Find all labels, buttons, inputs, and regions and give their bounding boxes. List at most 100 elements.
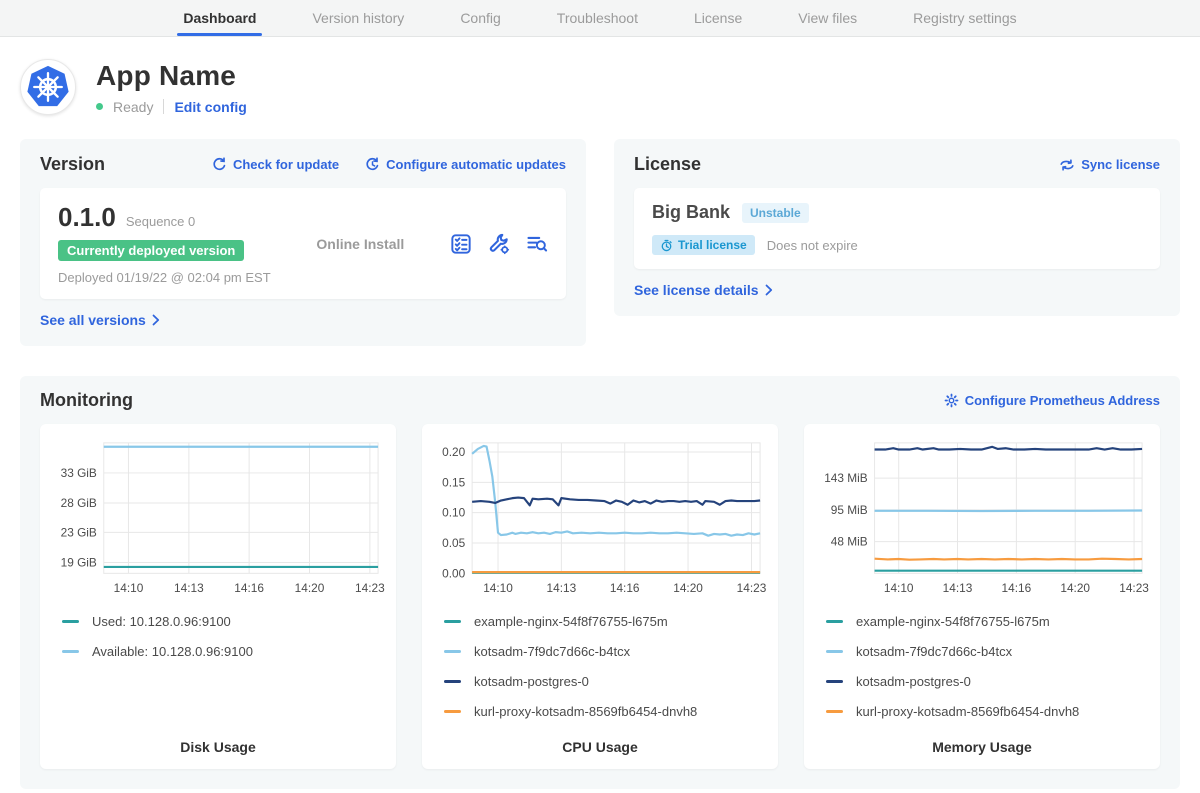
memory-usage-chart: 48 MiB 95 MiB 143 MiB 14:10 14:13 14:16 14:20 1… bbox=[814, 434, 1150, 600]
legend-item: Available: 10.128.0.96:9100 bbox=[62, 644, 386, 659]
svg-text:14:10: 14:10 bbox=[483, 581, 513, 595]
svg-text:48 MiB: 48 MiB bbox=[831, 535, 868, 549]
status-text: Ready bbox=[113, 99, 153, 115]
legend-label: example-nginx-54f8f76755-l675m bbox=[474, 614, 668, 629]
legend-color-dash bbox=[444, 680, 461, 683]
deploy-logs-icon[interactable] bbox=[526, 233, 548, 255]
page-title: App Name bbox=[96, 60, 247, 92]
tab-license[interactable]: License bbox=[692, 0, 744, 36]
memory-usage-chart-card: 48 MiB 95 MiB 143 MiB 14:10 14:13 14:16 14:20 1… bbox=[804, 424, 1160, 769]
svg-text:14:16: 14:16 bbox=[610, 581, 640, 595]
tab-troubleshoot[interactable]: Troubleshoot bbox=[555, 0, 640, 36]
disk-usage-chart-card: 19 GiB23 GiB28 GiB33 GiB14:1014:1314:161… bbox=[40, 424, 396, 769]
top-nav: Dashboard Version history Config Troublesho… bbox=[0, 0, 1200, 37]
tab-registry-settings[interactable]: Registry settings bbox=[911, 0, 1018, 36]
tab-view-files[interactable]: View files bbox=[796, 0, 859, 36]
config-wrench-icon[interactable] bbox=[488, 233, 510, 255]
schedule-update-icon bbox=[365, 157, 380, 172]
version-number: 0.1.0 bbox=[58, 202, 116, 233]
svg-text:14:16: 14:16 bbox=[1002, 581, 1032, 595]
svg-text:14:20: 14:20 bbox=[1060, 581, 1090, 595]
legend-item: kotsadm-postgres-0 bbox=[444, 674, 768, 689]
legend-label: kurl-proxy-kotsadm-8569fb6454-dnvh8 bbox=[474, 704, 697, 719]
disk-usage-legend: Used: 10.128.0.96:9100 Available: 10.128.… bbox=[62, 614, 386, 659]
svg-text:0.20: 0.20 bbox=[442, 445, 465, 459]
svg-text:143 MiB: 143 MiB bbox=[824, 471, 868, 485]
monitoring-title: Monitoring bbox=[40, 390, 133, 411]
svg-text:0.15: 0.15 bbox=[442, 475, 465, 489]
check-for-update-link[interactable]: Check for update bbox=[212, 157, 339, 172]
install-type-label: Online Install bbox=[316, 236, 404, 252]
gear-icon bbox=[944, 393, 959, 408]
sync-license-link[interactable]: Sync license bbox=[1059, 157, 1160, 172]
svg-text:95 MiB: 95 MiB bbox=[831, 503, 868, 517]
legend-item: kurl-proxy-kotsadm-8569fb6454-dnvh8 bbox=[444, 704, 768, 719]
chart-title: Disk Usage bbox=[50, 719, 386, 755]
svg-text:14:10: 14:10 bbox=[114, 581, 144, 595]
legend-label: Available: 10.128.0.96:9100 bbox=[92, 644, 253, 659]
legend-label: kurl-proxy-kotsadm-8569fb6454-dnvh8 bbox=[856, 704, 1079, 719]
chevron-right-icon bbox=[152, 314, 160, 326]
legend-label: example-nginx-54f8f76755-l675m bbox=[856, 614, 1050, 629]
timer-icon bbox=[660, 239, 673, 252]
cpu-usage-chart: 0.00 0.05 0.10 0.15 0.20 14:10 14:13 14:16 14:20… bbox=[432, 434, 768, 600]
legend-label: Used: 10.128.0.96:9100 bbox=[92, 614, 231, 629]
divider bbox=[163, 99, 164, 114]
svg-text:14:23: 14:23 bbox=[737, 581, 767, 595]
tab-dashboard[interactable]: Dashboard bbox=[181, 0, 258, 36]
configure-automatic-updates-link[interactable]: Configure automatic updates bbox=[365, 157, 566, 172]
expiration-text: Does not expire bbox=[767, 238, 858, 253]
svg-text:19 GiB: 19 GiB bbox=[61, 555, 97, 569]
legend-item: Used: 10.128.0.96:9100 bbox=[62, 614, 386, 629]
license-detail-card: Big Bank Unstable Trial license Does not… bbox=[634, 188, 1160, 269]
nav-tabs: Dashboard Version history Config Troublesho… bbox=[181, 0, 1018, 36]
memory-usage-legend: example-nginx-54f8f76755-l675m kotsadm-7f… bbox=[826, 614, 1150, 719]
chart-title: Memory Usage bbox=[814, 719, 1150, 755]
legend-color-dash bbox=[826, 710, 843, 713]
legend-color-dash bbox=[826, 650, 843, 653]
legend-color-dash bbox=[826, 680, 843, 683]
svg-text:0.05: 0.05 bbox=[442, 536, 465, 550]
cards-row: Version Check for update Configure au bbox=[0, 139, 1200, 346]
svg-text:14:13: 14:13 bbox=[943, 581, 973, 595]
svg-text:14:23: 14:23 bbox=[1119, 581, 1149, 595]
svg-text:14:20: 14:20 bbox=[673, 581, 703, 595]
status-dot bbox=[96, 103, 103, 110]
legend-label: kotsadm-7f9dc7d66c-b4tcx bbox=[474, 644, 630, 659]
see-license-details-link[interactable]: See license details bbox=[634, 282, 773, 298]
version-title: Version bbox=[40, 154, 105, 175]
svg-text:0.00: 0.00 bbox=[442, 566, 465, 580]
svg-text:14:23: 14:23 bbox=[355, 581, 385, 595]
legend-color-dash bbox=[444, 650, 461, 653]
svg-text:14:13: 14:13 bbox=[174, 581, 204, 595]
legend-color-dash bbox=[826, 620, 843, 623]
legend-item: kotsadm-7f9dc7d66c-b4tcx bbox=[444, 644, 768, 659]
configure-prometheus-link[interactable]: Configure Prometheus Address bbox=[944, 393, 1160, 408]
app-logo bbox=[20, 59, 76, 115]
sync-icon bbox=[1059, 158, 1075, 172]
version-sequence: Sequence 0 bbox=[126, 214, 195, 229]
legend-color-dash bbox=[62, 620, 79, 623]
legend-color-dash bbox=[62, 650, 79, 653]
svg-text:14:13: 14:13 bbox=[547, 581, 577, 595]
legend-item: kotsadm-7f9dc7d66c-b4tcx bbox=[826, 644, 1150, 659]
chevron-right-icon bbox=[765, 284, 773, 296]
refresh-icon bbox=[212, 157, 227, 172]
legend-item: example-nginx-54f8f76755-l675m bbox=[444, 614, 768, 629]
monitoring-panel: Monitoring Configure Prometheus Address … bbox=[20, 376, 1180, 789]
kubernetes-icon bbox=[25, 64, 71, 110]
tab-config[interactable]: Config bbox=[458, 0, 502, 36]
see-all-versions-link[interactable]: See all versions bbox=[40, 312, 160, 328]
legend-item: example-nginx-54f8f76755-l675m bbox=[826, 614, 1150, 629]
legend-color-dash bbox=[444, 710, 461, 713]
disk-usage-chart: 19 GiB23 GiB28 GiB33 GiB14:1014:1314:161… bbox=[50, 434, 386, 600]
license-title: License bbox=[634, 154, 701, 175]
channel-badge: Unstable bbox=[742, 203, 809, 223]
svg-text:14:16: 14:16 bbox=[234, 581, 264, 595]
svg-text:14:10: 14:10 bbox=[884, 581, 914, 595]
license-panel: License Sync license Big Bank Unstable bbox=[614, 139, 1180, 316]
edit-config-link[interactable]: Edit config bbox=[174, 99, 246, 115]
svg-text:0.10: 0.10 bbox=[442, 506, 465, 520]
preflight-checks-icon[interactable] bbox=[450, 233, 472, 255]
tab-version-history[interactable]: Version history bbox=[310, 0, 406, 36]
